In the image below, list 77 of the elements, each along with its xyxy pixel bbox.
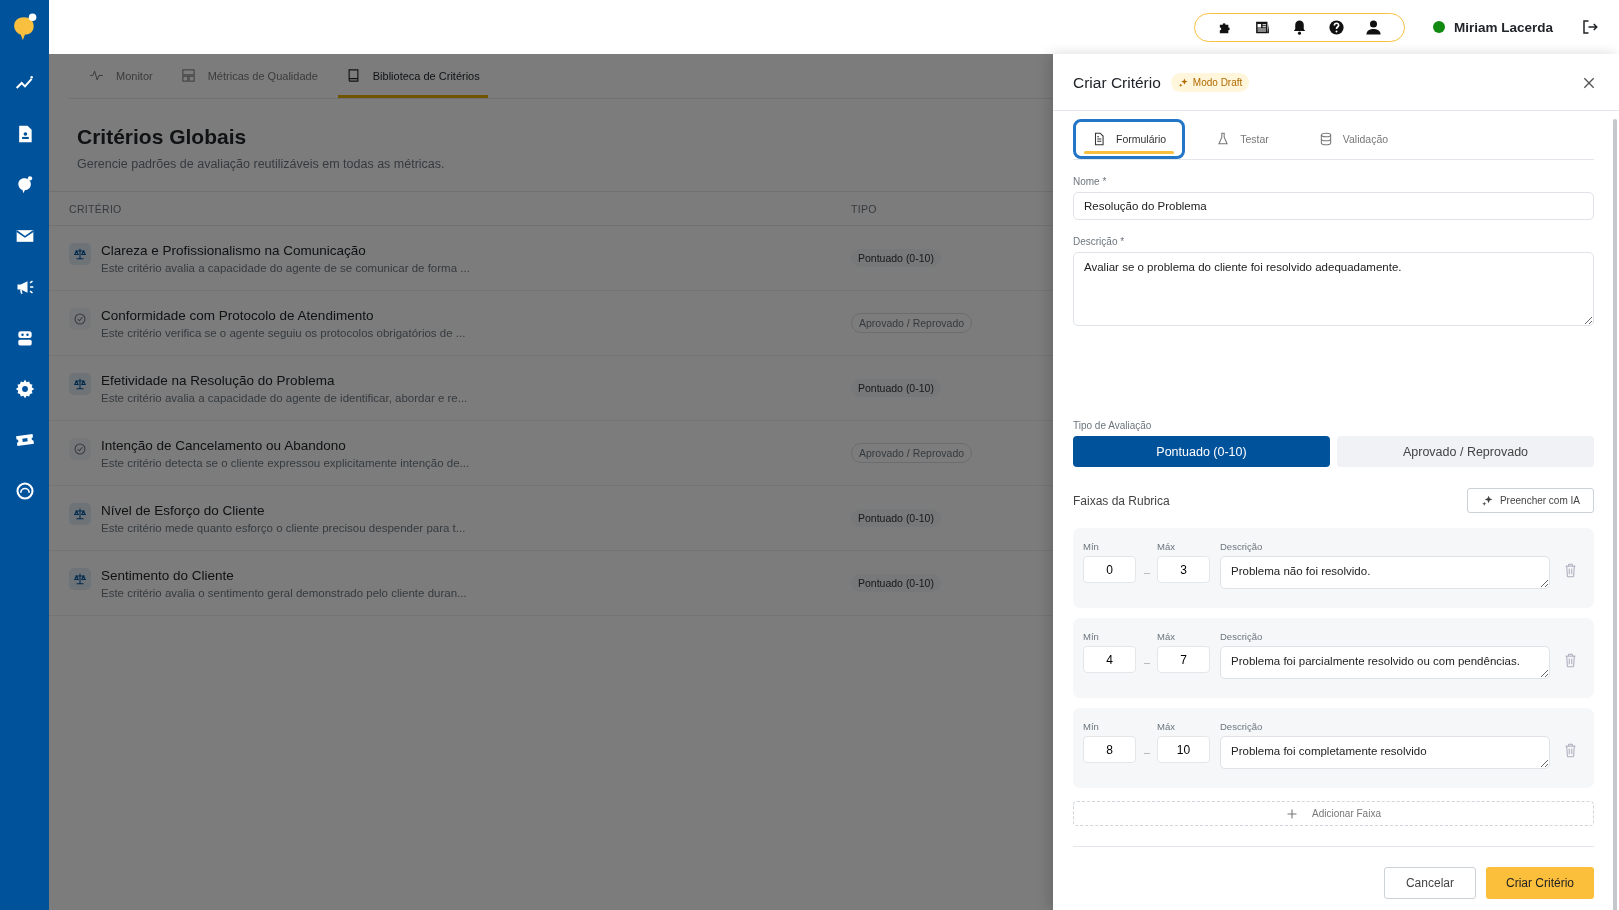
flask-icon bbox=[1216, 132, 1231, 146]
criterion-description: Este critério detecta se o cliente expressou explicitamente intenção de... bbox=[101, 456, 470, 469]
grid-icon bbox=[180, 68, 196, 83]
tab[interactable]: Formulário bbox=[1073, 119, 1186, 159]
document-icon bbox=[1092, 132, 1106, 146]
field-label: Tipo de Avaliação bbox=[1073, 420, 1153, 431]
criterion-description: Este critério avalia o sentimento geral demonstrado pelo cliente duran... bbox=[101, 586, 467, 599]
min-field[interactable]: 8 bbox=[1083, 736, 1136, 763]
scale-icon bbox=[69, 502, 91, 525]
user-name: Miriam Lacerda bbox=[1453, 19, 1553, 35]
help-icon bbox=[1327, 18, 1345, 36]
type-tag: Pontuado (0-10) bbox=[851, 509, 941, 527]
field-label: Mín bbox=[1083, 631, 1100, 642]
field-label: Mín bbox=[1083, 721, 1100, 732]
field-label: Máx bbox=[1157, 631, 1176, 642]
max-field[interactable]: 7 bbox=[1157, 646, 1210, 673]
user-icon bbox=[1364, 18, 1382, 36]
option-button[interactable]: Pontuado (0-10) bbox=[1073, 436, 1330, 467]
criterion-description: Este critério verifica se o agente seguiu os protocolos obrigatórios de ... bbox=[101, 326, 466, 339]
tab[interactable]: Validação bbox=[1299, 119, 1408, 159]
sparkle-icon bbox=[1480, 494, 1494, 507]
option-button[interactable]: Aprovado / Reprovado bbox=[1337, 436, 1594, 467]
database-icon bbox=[1318, 132, 1333, 146]
criterion-description: Este critério mede quanto esforço o cliente precisou despender para t... bbox=[101, 521, 466, 534]
field-label: Descrição bbox=[1220, 721, 1264, 732]
gauge-icon[interactable] bbox=[14, 481, 35, 501]
max-field[interactable]: 3 bbox=[1157, 556, 1210, 583]
name-field[interactable]: Resolução do Problema bbox=[1073, 192, 1594, 220]
section-title: Faixas da Rubrica bbox=[1073, 493, 1170, 508]
add-band-button[interactable]: Adicionar Faixa bbox=[1073, 801, 1594, 826]
tab[interactable]: Testar bbox=[1197, 119, 1288, 159]
criterion-title: Conformidade com Protocolo de Atendimento bbox=[101, 307, 375, 323]
field-label: Máx bbox=[1157, 721, 1176, 732]
criterion-title: Efetividade na Resolução do Problema bbox=[101, 372, 336, 388]
cancel-button[interactable]: Cancelar bbox=[1383, 867, 1476, 899]
field-label: Descrição bbox=[1220, 631, 1264, 642]
min-field[interactable]: 4 bbox=[1083, 646, 1136, 673]
criterion-title: Nível de Esforço do Cliente bbox=[101, 502, 266, 518]
scale-icon bbox=[69, 372, 91, 395]
column-header: CRITÉRIO bbox=[69, 203, 123, 215]
field-label: Nome * bbox=[1073, 176, 1108, 187]
criterion-description: Este critério avalia a capacidade do agente de identificar, abordar e re... bbox=[101, 391, 468, 404]
panel-title: Criar Critério bbox=[1073, 73, 1161, 92]
submit-button[interactable]: Criar Critério bbox=[1486, 867, 1594, 899]
band-description-field[interactable]: Problema foi completamente resolvido bbox=[1220, 736, 1550, 769]
field-label: Mín bbox=[1083, 541, 1100, 552]
type-tag: Pontuado (0-10) bbox=[851, 379, 941, 397]
description-field[interactable]: Avaliar se o problema do cliente foi resolvido adequadamente. bbox=[1073, 252, 1594, 326]
band-description-field[interactable]: Problema não foi resolvido. bbox=[1220, 556, 1550, 589]
ai-fill-button[interactable]: Preencher com IA bbox=[1466, 488, 1594, 513]
scale-icon bbox=[69, 567, 91, 590]
page-title: Critérios Globais bbox=[77, 125, 247, 149]
sparkle-icon bbox=[1177, 77, 1189, 88]
logo-icon[interactable] bbox=[11, 12, 38, 42]
plus-icon bbox=[1286, 807, 1299, 820]
type-tag: Pontuado (0-10) bbox=[851, 249, 941, 267]
min-field[interactable]: 0 bbox=[1083, 556, 1136, 583]
type-tag: Pontuado (0-10) bbox=[851, 574, 941, 592]
tab[interactable]: Biblioteca de Critérios bbox=[337, 54, 488, 98]
pulse-icon bbox=[89, 68, 104, 83]
criterion-description: Este critério avalia a capacidade do agente de se comunicar de forma ... bbox=[101, 261, 470, 274]
column-header: TIPO bbox=[851, 203, 878, 215]
field-label: Descrição bbox=[1220, 541, 1264, 552]
page-subtitle: Gerencie padrões de avaliação reutilizáveis em todas as métricas. bbox=[77, 157, 446, 171]
settings-icon[interactable] bbox=[14, 379, 35, 399]
criterion-title: Sentimento do Cliente bbox=[101, 567, 235, 583]
criterion-title: Clareza e Profissionalismo na Comunicação bbox=[101, 242, 367, 258]
max-field[interactable]: 10 bbox=[1157, 736, 1210, 763]
band-description-field[interactable]: Problema foi parcialmente resolvido ou com pendências. bbox=[1220, 646, 1550, 679]
book-icon bbox=[345, 68, 361, 83]
scrollbar[interactable] bbox=[1613, 119, 1617, 910]
criterion-title: Intenção de Cancelamento ou Abandono bbox=[101, 437, 347, 453]
scale-icon bbox=[69, 242, 91, 265]
logout-icon bbox=[1581, 18, 1599, 36]
draft-tag: Modo Draft bbox=[1170, 73, 1250, 92]
field-label: Descrição * bbox=[1073, 236, 1126, 247]
field-label: Máx bbox=[1157, 541, 1176, 552]
